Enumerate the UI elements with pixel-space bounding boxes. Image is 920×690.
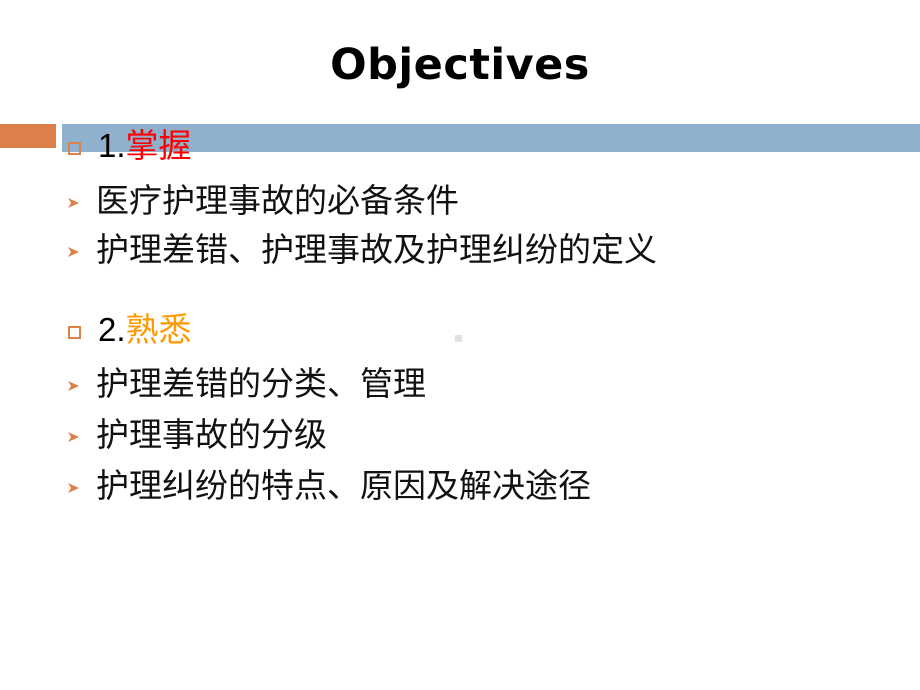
list-item[interactable]: 医疗护理事故的必备条件 — [66, 180, 459, 222]
list-item[interactable]: 护理差错的分类、管理 — [66, 363, 426, 405]
square-bullet-icon — [68, 326, 81, 339]
arrow-bullet-icon — [66, 244, 82, 260]
outline-group-heading[interactable]: 1.掌握 — [68, 126, 192, 166]
outline-group-label: 1.掌握 — [98, 126, 192, 166]
arrow-bullet-icon — [66, 195, 82, 211]
stray-mark — [455, 335, 462, 342]
list-item[interactable]: 护理事故的分级 — [66, 414, 327, 456]
arrow-bullet-icon — [66, 429, 82, 445]
list-item-label: 护理差错的分类、管理 — [96, 365, 426, 402]
square-bullet-icon — [68, 142, 81, 155]
list-item[interactable]: 护理纠纷的特点、原因及解决途径 — [66, 465, 591, 507]
group-number: 1. — [98, 127, 126, 164]
list-item-label: 医疗护理事故的必备条件 — [96, 182, 459, 219]
list-item-label: 护理纠纷的特点、原因及解决途径 — [96, 467, 591, 504]
list-item-label: 护理事故的分级 — [96, 416, 327, 453]
group-keyword: 掌握 — [125, 127, 192, 164]
arrow-bullet-icon — [66, 378, 82, 394]
arrow-bullet-icon — [66, 480, 82, 496]
group-number: 2. — [98, 311, 126, 348]
outline-group-label: 2.熟悉 — [98, 310, 192, 350]
list-item-label: 护理差错、护理事故及护理纠纷的定义 — [96, 231, 657, 268]
group-keyword: 熟悉 — [125, 311, 192, 348]
list-item[interactable]: 护理差错、护理事故及护理纠纷的定义 — [66, 229, 657, 271]
outline-group-heading[interactable]: 2.熟悉 — [68, 310, 192, 350]
outline-body: 1.掌握 医疗护理事故的必备条件 护理差错、护理事故及护理纠纷的定义 2.熟悉 — [0, 0, 920, 690]
slide-canvas: Objectives 1.掌握 医疗护理事故的必备条件 护理差错、护理事故及护理… — [0, 0, 920, 690]
